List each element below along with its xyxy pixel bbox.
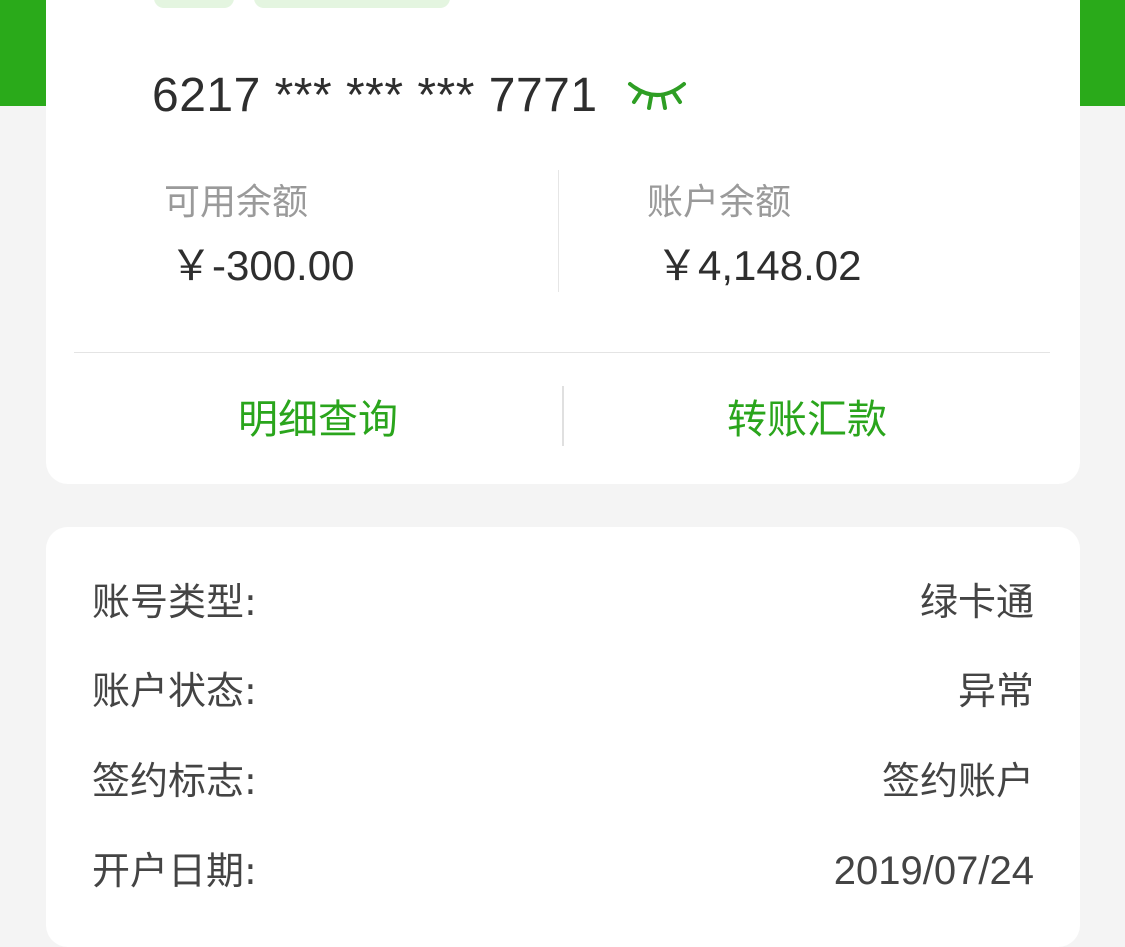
- account-info-card: 账号类型: 绿卡通 账户状态: 异常 签约标志: 签约账户 开户日期: 2019…: [46, 527, 1080, 947]
- info-label: 开户日期:: [92, 849, 257, 893]
- info-label: 账号类型:: [92, 580, 257, 624]
- info-value: 异常: [957, 669, 1034, 713]
- available-balance-label: 可用余额: [164, 182, 309, 223]
- account-card: 6217 *** *** *** 7771 可用余额 ￥-300.00 账户余额…: [46, 0, 1080, 484]
- divider: [74, 352, 1050, 353]
- account-balance-value: ￥4,148.02: [656, 242, 862, 289]
- account-balance-label: 账户余额: [647, 182, 792, 223]
- info-label: 签约标志:: [92, 759, 257, 803]
- info-value: 绿卡通: [919, 580, 1034, 624]
- available-balance-value: ￥-300.00: [170, 242, 355, 289]
- account-tag: [154, 0, 234, 8]
- card-number: 6217 *** *** *** 7771: [152, 69, 598, 122]
- info-row-open-date: 开户日期: 2019/07/24: [92, 841, 1034, 901]
- info-row-account-status: 账户状态: 异常: [92, 661, 1034, 721]
- info-row-sign-flag: 签约标志: 签约账户: [92, 751, 1034, 811]
- account-tag: [254, 0, 450, 8]
- info-row-account-type: 账号类型: 绿卡通: [92, 572, 1034, 632]
- transfer-button[interactable]: 转账汇款: [564, 390, 1050, 450]
- info-label: 账户状态:: [92, 669, 257, 713]
- eye-closed-icon[interactable]: [626, 74, 688, 114]
- divider: [558, 170, 559, 292]
- info-value: 签约账户: [881, 759, 1034, 803]
- info-value: 2019/07/24: [833, 849, 1034, 893]
- detail-query-button[interactable]: 明细查询: [74, 390, 562, 450]
